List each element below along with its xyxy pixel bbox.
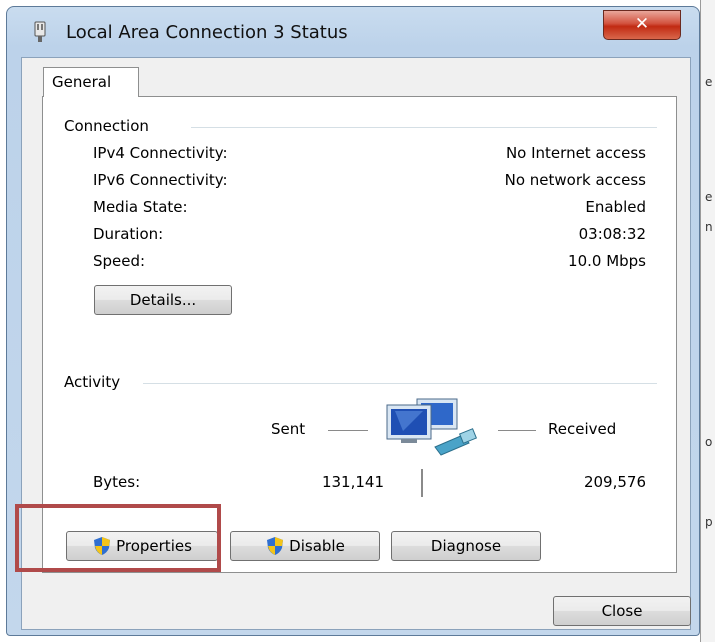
bytes-label: Bytes: bbox=[93, 473, 141, 491]
highlight-annotation bbox=[15, 504, 221, 572]
disable-label: Disable bbox=[289, 537, 345, 555]
background-text: o bbox=[705, 435, 713, 449]
ipv4-label: IPv4 Connectivity: bbox=[93, 144, 228, 162]
tab-label: General bbox=[52, 73, 112, 91]
network-adapter-icon bbox=[34, 21, 46, 42]
tab-general[interactable]: General bbox=[43, 67, 139, 97]
background-text: p bbox=[705, 515, 713, 529]
activity-divider bbox=[421, 469, 423, 497]
close-button[interactable]: Close bbox=[553, 596, 691, 626]
media-state-label: Media State: bbox=[93, 198, 188, 216]
background-window: e e n o p bbox=[700, 0, 715, 642]
group-divider bbox=[143, 383, 657, 384]
ipv4-value: No Internet access bbox=[505, 144, 646, 162]
sent-label: Sent bbox=[271, 420, 306, 438]
background-text: n bbox=[705, 220, 713, 234]
duration-label: Duration: bbox=[93, 225, 164, 243]
details-button[interactable]: Details... bbox=[94, 285, 232, 315]
received-label: Received bbox=[548, 420, 617, 438]
network-computers-icon bbox=[386, 398, 478, 456]
speed-value: 10.0 Mbps bbox=[568, 252, 646, 270]
background-text: e bbox=[705, 190, 713, 204]
bytes-sent-value: 131,141 bbox=[321, 473, 384, 491]
diagnose-button[interactable]: Diagnose bbox=[391, 531, 541, 561]
duration-value: 03:08:32 bbox=[578, 225, 646, 243]
activity-group-header: Activity bbox=[64, 373, 121, 391]
shield-icon bbox=[267, 537, 284, 555]
bytes-received-value: 209,576 bbox=[583, 473, 646, 491]
general-tab-panel: Connection IPv4 Connectivity: No Interne… bbox=[42, 96, 677, 573]
ipv6-value: No network access bbox=[504, 171, 646, 189]
sent-line bbox=[328, 430, 368, 431]
background-text: e bbox=[705, 75, 713, 89]
disable-button[interactable]: Disable bbox=[230, 531, 380, 561]
received-line bbox=[498, 430, 536, 431]
group-divider bbox=[191, 127, 657, 128]
window-title: Local Area Connection 3 Status bbox=[66, 22, 348, 43]
title-close-button[interactable]: ✕ bbox=[603, 10, 681, 40]
ipv6-label: IPv6 Connectivity: bbox=[93, 171, 228, 189]
close-icon: ✕ bbox=[634, 14, 650, 34]
speed-label: Speed: bbox=[93, 252, 146, 270]
connection-group-header: Connection bbox=[64, 117, 149, 135]
media-state-value: Enabled bbox=[585, 198, 646, 216]
